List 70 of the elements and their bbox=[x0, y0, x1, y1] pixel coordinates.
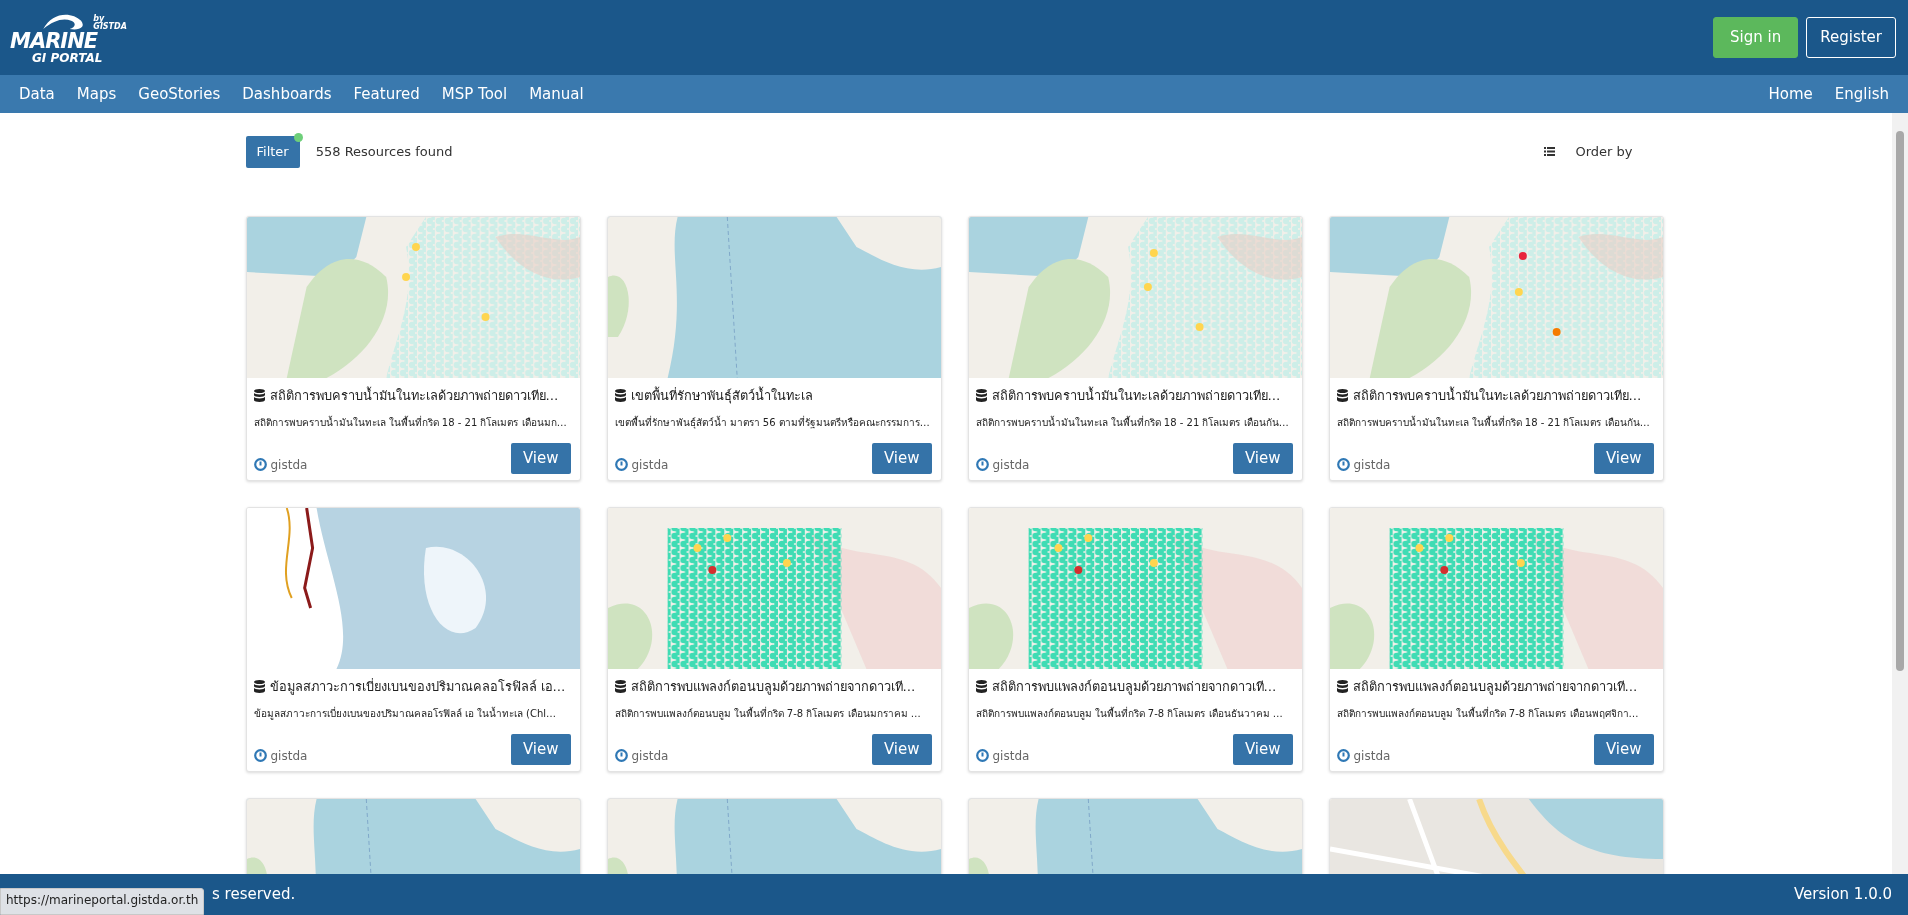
card-description: สถิติการพบแพลงก์ตอนบลูม ในพื้นที่กริด 7-8 กิโลเมตร เดือนมกราคม … bbox=[614, 705, 922, 721]
card-description: สถิติการพบแพลงก์ตอนบลูม ในพื้นที่กริด 7-8 กิโลเมตร เดือนธันวาคม … bbox=[975, 705, 1284, 721]
card-description: สถิติการพบคราบน้ำมันในทะเล ในพื้นที่กริด 18 - 21 กิโลเมตร เดือนกัน… bbox=[975, 414, 1290, 430]
owner-name[interactable]: gistda bbox=[992, 455, 1030, 474]
card-title[interactable]: สถิติการพบคราบน้ำมันในทะเลด้วยภาพถ่ายดาวเทีย… bbox=[269, 385, 559, 405]
view-button[interactable]: View bbox=[510, 443, 571, 474]
database-icon bbox=[253, 388, 265, 402]
owner-name[interactable]: gistda bbox=[270, 455, 308, 474]
card-description: เขตพื้นที่รักษาพันธุ์สัตว์น้ำ มาตรา 56 ตามที่รัฐมนตรีหรือคณะกรรมการ… bbox=[614, 414, 931, 430]
logo-title: MARINE bbox=[10, 31, 98, 53]
owner-name[interactable]: gistda bbox=[992, 746, 1030, 765]
database-icon bbox=[975, 388, 987, 402]
card-title[interactable]: สถิติการพบแพลงก์ตอนบลูมด้วยภาพถ่ายจากดาวเที… bbox=[630, 676, 916, 696]
card-description: ข้อมูลสภาวะการเบี่ยงเบนของปริมาณคลอโรฟิลล์ เอ ในน้ำทะเล (Chl… bbox=[253, 705, 558, 721]
nav-link[interactable]: Data bbox=[8, 82, 66, 106]
view-button[interactable]: View bbox=[1593, 734, 1654, 765]
power-icon bbox=[975, 749, 989, 762]
card-title[interactable]: สถิติการพบคราบน้ำมันในทะเลด้วยภาพถ่ายดาวเทีย… bbox=[1352, 385, 1642, 405]
copyright-text: s reserved. bbox=[212, 884, 296, 906]
card-title[interactable]: สถิติการพบแพลงก์ตอนบลูมด้วยภาพถ่ายจากดาวเที… bbox=[991, 676, 1277, 696]
scrollbar[interactable] bbox=[1892, 113, 1908, 874]
view-button[interactable]: View bbox=[510, 734, 571, 765]
card-description: สถิติการพบแพลงก์ตอนบลูม ในพื้นที่กริด 7-8 กิโลเมตร เดือนพฤศจิกา… bbox=[1336, 705, 1640, 721]
card-title[interactable]: เขตพื้นที่รักษาพันธุ์สัตว์น้ำในทะเล bbox=[630, 385, 813, 405]
database-icon bbox=[975, 679, 987, 693]
logo[interactable]: by GISTDA MARINE GI PORTAL bbox=[10, 3, 140, 72]
card-title[interactable]: ข้อมูลสภาวะการเบี่ยงเบนของปริมาณคลอโรฟิลล์ เอ… bbox=[269, 676, 566, 696]
status-url: https://marineportal.gistda.or.th bbox=[0, 888, 205, 915]
database-icon bbox=[1336, 679, 1348, 693]
database-icon bbox=[253, 679, 265, 693]
owner-name[interactable]: gistda bbox=[270, 746, 308, 765]
owner-name[interactable]: gistda bbox=[631, 746, 669, 765]
power-icon bbox=[253, 749, 267, 762]
card-description: สถิติการพบคราบน้ำมันในทะเล ในพื้นที่กริด 18 - 21 กิโลเมตร เดือนกัน… bbox=[1336, 414, 1651, 430]
owner-name[interactable]: gistda bbox=[631, 455, 669, 474]
register-button[interactable]: Register bbox=[1806, 17, 1896, 58]
card-description: สถิติการพบคราบน้ำมันในทะเล ในพื้นที่กริด 18 - 21 กิโลเมตร เดือนมก… bbox=[253, 414, 568, 430]
database-icon bbox=[614, 679, 626, 693]
nav-link[interactable]: Dashboards bbox=[231, 82, 343, 106]
database-icon bbox=[614, 388, 626, 402]
nav-link[interactable]: Home bbox=[1757, 82, 1824, 106]
view-button[interactable]: View bbox=[871, 734, 932, 765]
view-button[interactable]: View bbox=[1232, 734, 1293, 765]
owner-name[interactable]: gistda bbox=[1353, 455, 1391, 474]
logo-subtitle: GI PORTAL bbox=[31, 52, 103, 66]
owner-name[interactable]: gistda bbox=[1353, 746, 1391, 765]
result-count: 558 Resources found bbox=[315, 143, 453, 161]
nav-link[interactable]: English bbox=[1823, 82, 1900, 106]
database-icon bbox=[1336, 388, 1348, 402]
filter-button[interactable]: Filter bbox=[245, 136, 300, 168]
power-icon bbox=[614, 749, 628, 762]
view-button[interactable]: View bbox=[1593, 443, 1654, 474]
nav-link[interactable]: GeoStories bbox=[127, 82, 232, 106]
card-title[interactable]: สถิติการพบแพลงก์ตอนบลูมด้วยภาพถ่ายจากดาวเที… bbox=[1352, 676, 1638, 696]
nav-link[interactable]: Maps bbox=[65, 82, 128, 106]
list-view-icon[interactable] bbox=[1544, 147, 1556, 157]
nav-link[interactable]: Manual bbox=[518, 82, 595, 106]
logo-byline: by GISTDA bbox=[93, 15, 128, 32]
power-icon bbox=[1336, 458, 1350, 471]
view-button[interactable]: View bbox=[871, 443, 932, 474]
version-text: Version 1.0.0 bbox=[1793, 884, 1892, 906]
view-button[interactable]: View bbox=[1232, 443, 1293, 474]
nav-link[interactable]: Featured bbox=[342, 82, 431, 106]
power-icon bbox=[253, 458, 267, 471]
power-icon bbox=[614, 458, 628, 471]
card-title[interactable]: สถิติการพบคราบน้ำมันในทะเลด้วยภาพถ่ายดาวเทีย… bbox=[991, 385, 1281, 405]
power-icon bbox=[1336, 749, 1350, 762]
nav-link[interactable]: MSP Tool bbox=[430, 82, 519, 106]
power-icon bbox=[975, 458, 989, 471]
order-by-dropdown[interactable]: Order by bbox=[1575, 142, 1633, 162]
